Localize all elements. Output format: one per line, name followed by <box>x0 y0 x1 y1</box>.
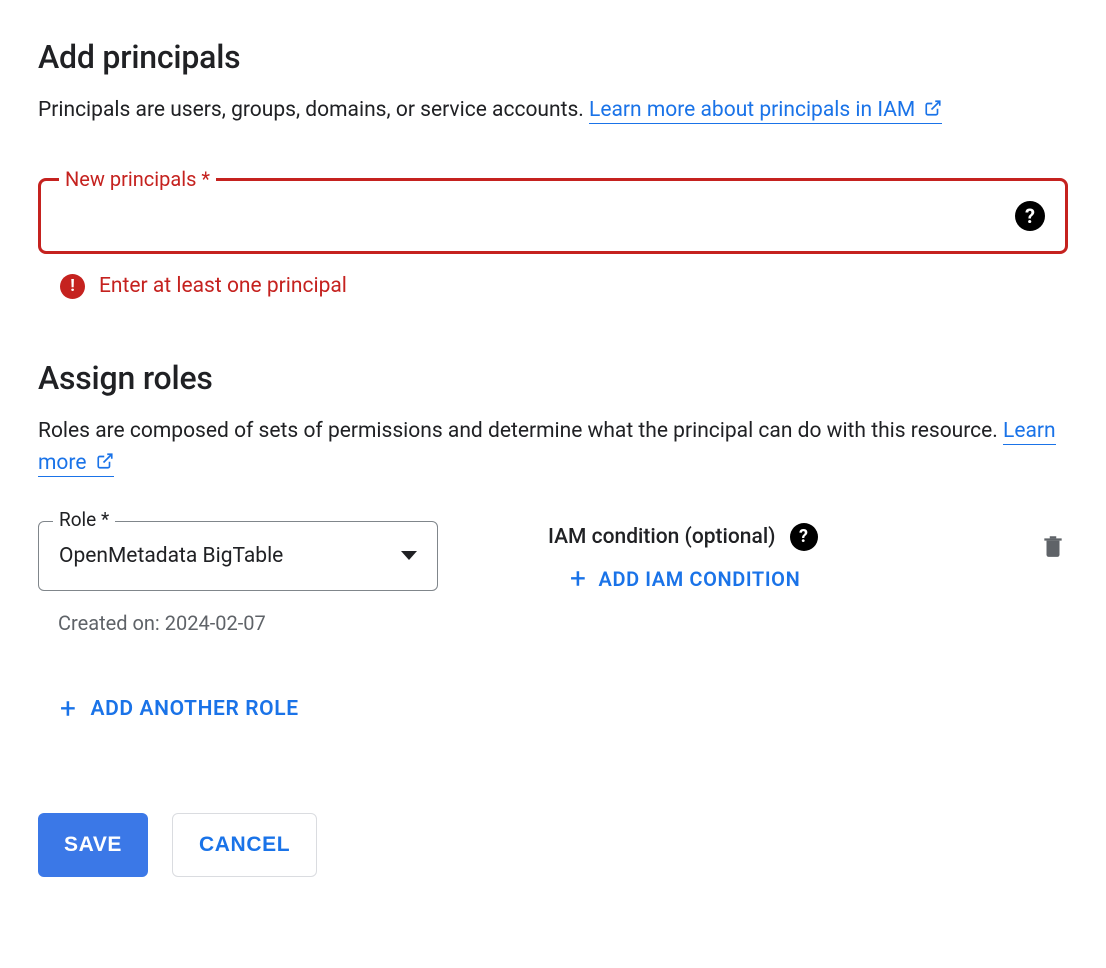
role-value: OpenMetadata BigTable <box>59 544 283 568</box>
learn-more-text: Learn more about principals in IAM <box>589 98 915 122</box>
role-created-on: Created on: 2024-02-07 <box>58 611 1068 635</box>
add-principals-heading: Add principals <box>38 38 1068 76</box>
external-link-icon <box>924 95 942 128</box>
iam-condition-header: IAM condition (optional) ? <box>548 523 1010 551</box>
new-principals-label: New principals * <box>59 167 216 191</box>
add-iam-condition-button[interactable]: + ADD IAM CONDITION <box>548 565 800 593</box>
iam-condition-label: IAM condition (optional) <box>548 525 776 549</box>
learn-more-principals-link[interactable]: Learn more about principals in IAM <box>589 98 942 124</box>
delete-role-button[interactable] <box>1040 531 1066 565</box>
new-principals-input-wrapper: New principals * ? <box>38 178 1068 254</box>
error-text: Enter at least one principal <box>99 274 347 298</box>
role-label: Role * <box>53 508 115 531</box>
description-text: Principals are users, groups, domains, o… <box>38 98 589 122</box>
assign-roles-heading: Assign roles <box>38 359 1068 397</box>
plus-icon: + <box>60 695 77 723</box>
error-icon: ! <box>60 274 85 299</box>
error-row: ! Enter at least one principal <box>60 274 1068 299</box>
trash-icon <box>1040 531 1066 561</box>
cancel-button[interactable]: CANCEL <box>172 813 317 877</box>
help-icon[interactable]: ? <box>1015 201 1045 231</box>
add-another-role-label: ADD ANOTHER ROLE <box>91 697 299 721</box>
plus-icon: + <box>570 565 587 593</box>
role-row: Role * OpenMetadata BigTable IAM conditi… <box>38 521 1068 593</box>
new-principals-input[interactable] <box>61 204 1015 227</box>
save-button[interactable]: SAVE <box>38 813 148 877</box>
help-icon[interactable]: ? <box>790 523 818 551</box>
add-condition-label: ADD IAM CONDITION <box>599 567 801 591</box>
add-another-role-button[interactable]: + ADD ANOTHER ROLE <box>60 695 299 723</box>
roles-description-text: Roles are composed of sets of permission… <box>38 419 1003 443</box>
new-principals-field-group: New principals * ? <box>38 178 1068 254</box>
external-link-icon <box>96 448 114 481</box>
delete-column <box>1040 521 1068 565</box>
role-select[interactable]: OpenMetadata BigTable <box>38 521 438 591</box>
chevron-down-icon <box>401 551 417 560</box>
add-principals-description: Principals are users, groups, domains, o… <box>38 94 1068 128</box>
action-button-row: SAVE CANCEL <box>38 813 1068 877</box>
assign-roles-description: Roles are composed of sets of permission… <box>38 415 1068 481</box>
role-select-wrapper: Role * OpenMetadata BigTable <box>38 521 438 591</box>
iam-condition-column: IAM condition (optional) ? + ADD IAM CON… <box>468 521 1010 593</box>
